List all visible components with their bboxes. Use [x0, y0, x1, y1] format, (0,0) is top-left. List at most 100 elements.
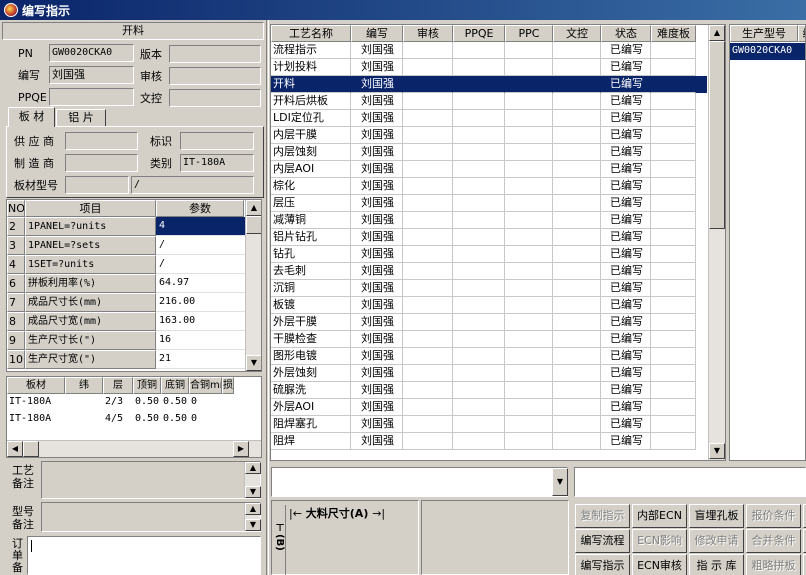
pn-field[interactable]: GW0020CKA0: [49, 44, 134, 62]
material-header-0[interactable]: 板材: [7, 377, 65, 394]
material-header-6[interactable]: 损: [222, 377, 234, 394]
process-header-3[interactable]: PPQE: [453, 25, 505, 42]
param-row-value[interactable]: 16: [156, 331, 245, 350]
tab-aluminum[interactable]: 铝 片: [56, 109, 106, 127]
material-header-2[interactable]: 层: [103, 377, 133, 394]
process-header-4[interactable]: PPC: [505, 25, 553, 42]
author-field[interactable]: 刘国强: [49, 66, 134, 84]
scroll-left-icon[interactable]: ◀: [7, 441, 23, 457]
toolbar-button[interactable]: 粗略拼板: [746, 554, 801, 575]
process-row[interactable]: 阻焊 刘国强 已编写: [271, 433, 707, 450]
toolbar-button[interactable]: 复制指示: [575, 504, 630, 528]
order-note-field[interactable]: [27, 536, 261, 575]
process-header-0[interactable]: 工艺名称: [271, 25, 351, 42]
param-row-value[interactable]: /: [156, 236, 245, 255]
toolbar-button[interactable]: 内部ECN: [632, 504, 687, 528]
model-header-0[interactable]: 生产型号: [730, 25, 798, 42]
scroll-down-icon[interactable]: ▼: [245, 486, 261, 498]
process-row[interactable]: 板镀 刘国强 已编写: [271, 297, 707, 314]
process-row[interactable]: 干膜检查 刘国强 已编写: [271, 331, 707, 348]
process-note-scrollbar[interactable]: ▲ ▼: [244, 462, 261, 498]
process-row[interactable]: 铝片钻孔 刘国强 已编写: [271, 229, 707, 246]
right-text-field[interactable]: [574, 467, 806, 497]
chevron-down-icon[interactable]: ▼: [552, 468, 568, 496]
ppqe-field[interactable]: [49, 88, 134, 106]
process-grid[interactable]: 工艺名称 编写 审核 PPQE PPC 文控 状态 难度板 流程指示 刘国强 已编写 计划投料 刘国强…: [270, 24, 726, 461]
maker-field[interactable]: [65, 154, 138, 172]
toolbar-button[interactable]: 修改申请: [689, 529, 744, 553]
param-header-no[interactable]: NO: [7, 200, 25, 217]
param-row-no[interactable]: 7: [7, 293, 25, 312]
process-row[interactable]: 内层蚀刻 刘国强 已编写: [271, 144, 707, 161]
toolbar-button[interactable]: ECN影响: [632, 529, 687, 553]
process-row[interactable]: 流程指示 刘国强 已编写: [271, 42, 707, 59]
process-row[interactable]: 外层干膜 刘国强 已编写: [271, 314, 707, 331]
param-row-value[interactable]: 163.00: [156, 312, 245, 331]
model-grid[interactable]: 生产型号 编 GW0020CKA0: [729, 24, 806, 461]
process-scrollbar[interactable]: ▲ ▼: [708, 25, 725, 460]
scroll-thumb[interactable]: [709, 41, 725, 229]
process-header-6[interactable]: 状态: [601, 25, 651, 42]
param-grid[interactable]: NO 项目 参数 2 1PANEL=?units 4 3 1PANEL=?sets/4 1…: [6, 199, 262, 372]
mark-field[interactable]: [180, 132, 254, 150]
category-field[interactable]: IT-180A: [180, 154, 254, 172]
toolbar-button[interactable]: 报价条件: [746, 504, 801, 528]
process-header-7[interactable]: 难度板: [651, 25, 696, 42]
process-row[interactable]: 层压 刘国强 已编写: [271, 195, 707, 212]
param-header-item[interactable]: 项目: [25, 200, 156, 217]
process-row[interactable]: 钻孔 刘国强 已编写: [271, 246, 707, 263]
tab-board[interactable]: 板 材: [8, 107, 55, 127]
model-row[interactable]: GW0020CKA0: [730, 43, 805, 60]
hscroll-thumb[interactable]: [23, 441, 39, 457]
toolbar-button[interactable]: ECN审核: [632, 554, 687, 575]
param-row-no[interactable]: 8: [7, 312, 25, 331]
model-header-1[interactable]: 编: [798, 25, 805, 42]
board-model-field[interactable]: [65, 176, 129, 194]
param-row-value[interactable]: 21: [156, 350, 245, 369]
process-combo[interactable]: ▼: [271, 467, 568, 497]
scroll-up-icon[interactable]: ▲: [709, 25, 725, 41]
version-field[interactable]: [169, 45, 261, 63]
process-row[interactable]: 阻焊塞孔 刘国强 已编写: [271, 416, 707, 433]
scroll-up-icon[interactable]: ▲: [245, 462, 261, 474]
scroll-right-icon[interactable]: ▶: [233, 441, 249, 457]
param-row-no[interactable]: 2: [7, 217, 25, 236]
doc-control-field[interactable]: [169, 89, 261, 107]
param-row-value[interactable]: 64.97: [156, 274, 245, 293]
process-row[interactable]: 棕化 刘国强 已编写: [271, 178, 707, 195]
process-row[interactable]: 去毛刺 刘国强 已编写: [271, 263, 707, 280]
toolbar-button[interactable]: 指 示 库: [689, 554, 744, 575]
scroll-down-icon[interactable]: ▼: [246, 355, 261, 371]
process-header-1[interactable]: 编写: [351, 25, 403, 42]
param-row-no[interactable]: 4: [7, 255, 25, 274]
scroll-down-icon[interactable]: ▼: [709, 443, 725, 459]
scroll-down-icon[interactable]: ▼: [245, 519, 261, 531]
param-header-value[interactable]: 参数: [156, 200, 244, 217]
toolbar-button[interactable]: 编写流程: [575, 529, 630, 553]
process-row[interactable]: 硫脲洗 刘国强 已编写: [271, 382, 707, 399]
process-row[interactable]: 减薄铜 刘国强 已编写: [271, 212, 707, 229]
param-row-no[interactable]: 10: [7, 350, 25, 369]
material-header-1[interactable]: 纬: [65, 377, 103, 394]
process-row[interactable]: LDI定位孔 刘国强 已编写: [271, 110, 707, 127]
window-titlebar[interactable]: 编写指示: [0, 0, 806, 20]
process-row[interactable]: 内层AOI 刘国强 已编写: [271, 161, 707, 178]
toolbar-button[interactable]: 盲埋孔板: [689, 504, 744, 528]
model-note-scrollbar[interactable]: ▲ ▼: [244, 503, 261, 531]
param-row-no[interactable]: 9: [7, 331, 25, 350]
material-header-3[interactable]: 顶铜: [133, 377, 161, 394]
param-row-no[interactable]: 3: [7, 236, 25, 255]
process-row[interactable]: 外层AOI 刘国强 已编写: [271, 399, 707, 416]
material-header-4[interactable]: 底铜: [161, 377, 189, 394]
process-row[interactable]: 计划投料 刘国强 已编写: [271, 59, 707, 76]
process-header-5[interactable]: 文控: [553, 25, 601, 42]
param-row-no[interactable]: 6: [7, 274, 25, 293]
model-note-field[interactable]: ▲ ▼: [41, 502, 261, 532]
scroll-thumb[interactable]: [246, 216, 261, 234]
process-row[interactable]: 外层蚀刻 刘国强 已编写: [271, 365, 707, 382]
process-row[interactable]: 开料后烘板 刘国强 已编写: [271, 93, 707, 110]
process-note-field[interactable]: ▲ ▼: [41, 461, 261, 499]
material-hscrollbar[interactable]: ◀ ▶: [7, 440, 261, 457]
material-grid[interactable]: 板材纬层顶铜底铜合铜mm损 IT-180A2/30.500.500IT-180A…: [6, 376, 262, 458]
param-row-value[interactable]: 216.00: [156, 293, 245, 312]
